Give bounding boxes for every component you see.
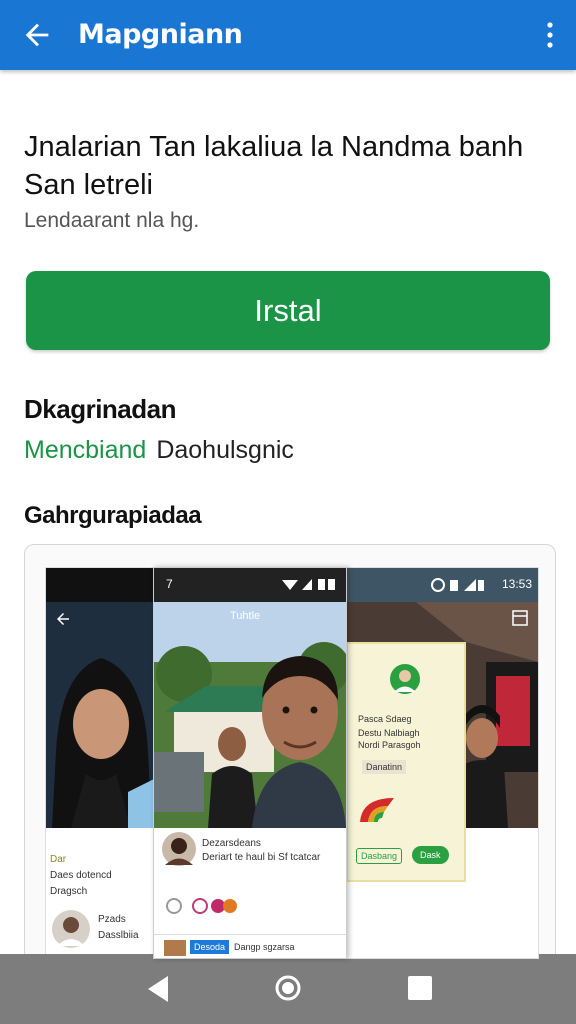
gallery-screenshot-2[interactable]: 7 Tuhtle Dezarsdeans Deriart te haul bi …: [153, 567, 347, 959]
arrow-left-icon[interactable]: [20, 18, 54, 52]
selfie-photo: Tuhtle: [154, 602, 346, 828]
avatar: [162, 832, 196, 866]
nav-recents-icon[interactable]: [408, 976, 432, 1000]
woman-portrait-image: [46, 602, 156, 828]
shot1-line: Dragsch: [50, 886, 88, 897]
status-time: 13:53: [501, 577, 532, 591]
screenshot-gallery[interactable]: Dar Daes dotencd Dragsch Pzads Dasslbiia…: [24, 544, 556, 976]
card-button[interactable]: Dask: [412, 846, 449, 864]
signal-wifi-battery-icon: [282, 579, 335, 590]
arrow-left-icon[interactable]: [54, 610, 72, 628]
card-line: Destu Nalbiagh: [358, 728, 420, 738]
app-subtitle: Lendaarant nla hg.: [24, 209, 200, 232]
details-section-title: Dkagrinadan: [24, 394, 177, 424]
install-button[interactable]: Irstal: [26, 271, 550, 350]
outdoor-selfie-image: [154, 602, 346, 828]
system-nav-bar: [0, 954, 576, 1024]
shot2-comment-title: Dezarsdeans: [202, 838, 261, 849]
app-meta: Mencbiand Daohulsgnic: [24, 436, 294, 465]
shot1-label: Dar: [50, 854, 67, 865]
reaction-icons: [166, 898, 237, 914]
shot1-line: Daes dotencd: [50, 870, 112, 881]
share-icon[interactable]: [512, 610, 528, 626]
developer-link[interactable]: Mencbiand: [24, 436, 146, 464]
status-icons: [431, 578, 484, 592]
thumbnail-icon: [164, 940, 186, 956]
shot2-chip[interactable]: Desoda: [190, 940, 230, 954]
divider: [154, 934, 346, 935]
shot2-comment-body: Deriart te haul bi Sf tcatcar: [202, 852, 321, 863]
category-label: Daohulsgnic: [156, 436, 294, 464]
avatar: [390, 664, 420, 694]
more-vert-icon[interactable]: [544, 20, 556, 50]
profile-card[interactable]: Pasca Sdaeg Destu Nalbiagh Nordi Parasgo…: [346, 642, 466, 882]
status-bar: 13:53: [346, 568, 538, 602]
app-headline: Jnalarian Tan lakaliua la Nandma banh Sa…: [24, 131, 524, 201]
shot2-app-header: Tuhtle: [230, 610, 261, 622]
app-bar-title: Mapgniann: [78, 19, 243, 50]
card-line: Danatinn: [362, 760, 407, 774]
gallery-screenshot-3[interactable]: 13:53 Pasca Sdaeg Destu Nalbiagh Nordi P…: [345, 567, 539, 959]
card-button[interactable]: Dasbang: [356, 848, 403, 864]
status-bar: [46, 568, 156, 602]
card-line: Nordi Parasgoh: [358, 740, 421, 750]
status-left: 7: [166, 577, 173, 591]
gallery-title: Gahrgurapiadaa: [24, 502, 202, 529]
shot2-chip-text: Dangp sgzarsa: [234, 942, 295, 952]
avatar: [52, 910, 90, 948]
status-bar: 7: [154, 568, 346, 602]
shot1-user-sub: Dasslbiia: [98, 930, 139, 941]
gallery-screenshot-1[interactable]: Dar Daes dotencd Dragsch Pzads Dasslbiia: [45, 567, 157, 959]
shot1-user: Pzads: [98, 914, 126, 925]
card-title: Pasca Sdaeg: [358, 714, 412, 724]
app-bar: Mapgniann: [0, 0, 576, 70]
nav-home-icon[interactable]: [274, 974, 302, 1002]
nav-back-icon[interactable]: [146, 974, 170, 1004]
rainbow-chart-icon: [360, 798, 394, 822]
profile-photo: [46, 602, 156, 828]
